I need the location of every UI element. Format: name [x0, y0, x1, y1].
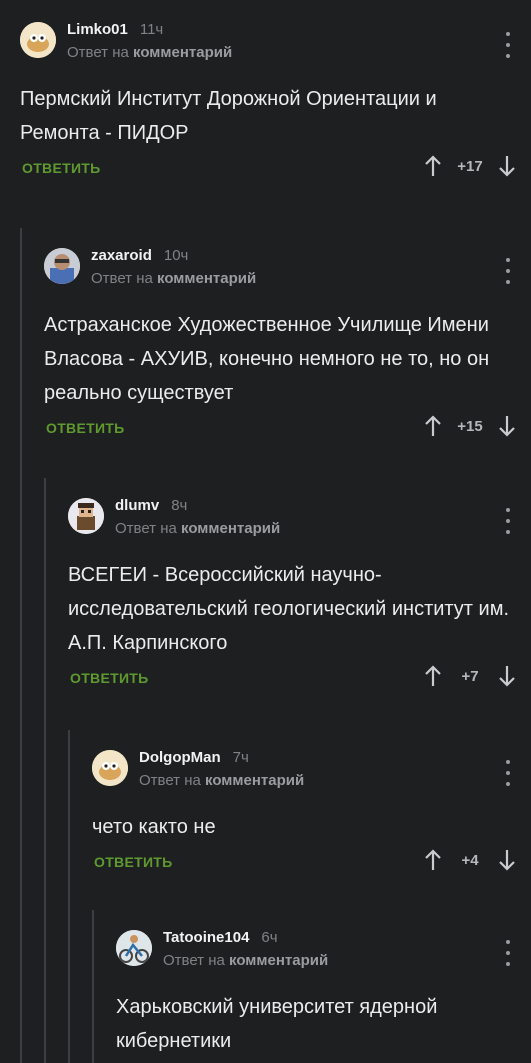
arrow-up-icon[interactable] [423, 664, 443, 688]
reply-to-label: Ответ на комментарий [115, 520, 281, 537]
comment-time: 7ч [232, 749, 249, 766]
comment-header: Tatooine104 6ч Ответ на комментарий [116, 918, 531, 978]
arrow-up-icon[interactable] [423, 414, 443, 438]
vertical-ellipsis-icon[interactable] [505, 940, 511, 966]
comment-footer: ОТВЕТИТЬ +15 [44, 410, 531, 450]
reply-to-link[interactable]: комментарий [181, 520, 280, 537]
thread-line [44, 478, 46, 1063]
thread-line [92, 910, 94, 1063]
comment-score: +4 [461, 851, 479, 869]
vertical-ellipsis-icon[interactable] [505, 508, 511, 534]
thread-line [68, 730, 70, 1063]
comment-text: чето както не [92, 816, 216, 838]
comment-footer: ОТВЕТИТЬ +7 [68, 660, 531, 700]
arrow-down-icon[interactable] [497, 414, 517, 438]
comment: zaxaroid 10ч Ответ на комментарий Астраха… [44, 236, 531, 450]
reply-to-link[interactable]: комментарий [157, 270, 256, 287]
comment-text: Пермский Институт Дорожной Ориентации и … [20, 88, 437, 144]
vote-controls: +7 [423, 664, 517, 688]
vertical-ellipsis-icon[interactable] [505, 760, 511, 786]
comment-time: 10ч [163, 247, 189, 264]
vote-controls: +4 [423, 848, 517, 872]
comment-text: Харьковский университет ядерной кибернет… [116, 996, 438, 1052]
comment: Tatooine104 6ч Ответ на комментарий Харьк… [116, 918, 531, 1058]
reply-button[interactable]: ОТВЕТИТЬ [70, 670, 149, 686]
comment-author[interactable]: Limko01 11ч [67, 21, 163, 38]
reply-to-label: Ответ на комментарий [91, 270, 257, 287]
reply-to-label: Ответ на комментарий [139, 772, 305, 789]
avatar[interactable] [44, 248, 80, 284]
comment-header: zaxaroid 10ч Ответ на комментарий [44, 236, 531, 296]
reply-to-label: Ответ на комментарий [67, 44, 233, 61]
comment-score: +7 [461, 667, 479, 685]
avatar[interactable] [92, 750, 128, 786]
vote-controls: +17 [423, 154, 517, 178]
arrow-up-icon[interactable] [423, 848, 443, 872]
reply-button[interactable]: ОТВЕТИТЬ [94, 854, 173, 870]
reply-to-label: Ответ на комментарий [163, 952, 329, 969]
comment-header: Limko01 11ч Ответ на комментарий [20, 10, 531, 70]
comment: Limko01 11ч Ответ на комментарий Пермский… [20, 10, 531, 190]
reply-button[interactable]: ОТВЕТИТЬ [22, 160, 101, 176]
comment-time: 8ч [171, 497, 188, 514]
thread-line [20, 228, 22, 1063]
avatar[interactable] [116, 930, 152, 966]
comment-author[interactable]: Tatooine104 6ч [163, 929, 278, 946]
comment: dlumv 8ч Ответ на комментарий ВСЕГЕИ - Вс… [68, 486, 531, 700]
comment-time: 6ч [261, 929, 278, 946]
arrow-down-icon[interactable] [497, 848, 517, 872]
reply-button[interactable]: ОТВЕТИТЬ [46, 420, 125, 436]
comment-text: Астраханское Художественное Училище Имен… [44, 314, 490, 404]
avatar[interactable] [68, 498, 104, 534]
vote-controls: +15 [423, 414, 517, 438]
comment-footer: ОТВЕТИТЬ +4 [92, 844, 531, 884]
vertical-ellipsis-icon[interactable] [505, 258, 511, 284]
reply-to-link[interactable]: комментарий [229, 952, 328, 969]
arrow-up-icon[interactable] [423, 154, 443, 178]
vertical-ellipsis-icon[interactable] [505, 32, 511, 58]
reply-to-link[interactable]: комментарий [133, 44, 232, 61]
comment-author[interactable]: DolgopMan 7ч [139, 749, 249, 766]
comment-author[interactable]: dlumv 8ч [115, 497, 187, 514]
comment: DolgopMan 7ч Ответ на комментарий чето ка… [92, 738, 531, 884]
comment-text: ВСЕГЕИ - Всероссийский научно-исследоват… [68, 564, 510, 654]
arrow-down-icon[interactable] [497, 664, 517, 688]
comment-footer: ОТВЕТИТЬ +17 [20, 150, 531, 190]
arrow-down-icon[interactable] [497, 154, 517, 178]
comment-header: dlumv 8ч Ответ на комментарий [68, 486, 531, 546]
comment-author[interactable]: zaxaroid 10ч [91, 247, 188, 264]
avatar[interactable] [20, 22, 56, 58]
comment-score: +15 [457, 417, 483, 435]
comment-time: 11ч [139, 21, 164, 38]
comment-score: +17 [457, 157, 483, 175]
comment-header: DolgopMan 7ч Ответ на комментарий [92, 738, 531, 798]
reply-to-link[interactable]: комментарий [205, 772, 304, 789]
